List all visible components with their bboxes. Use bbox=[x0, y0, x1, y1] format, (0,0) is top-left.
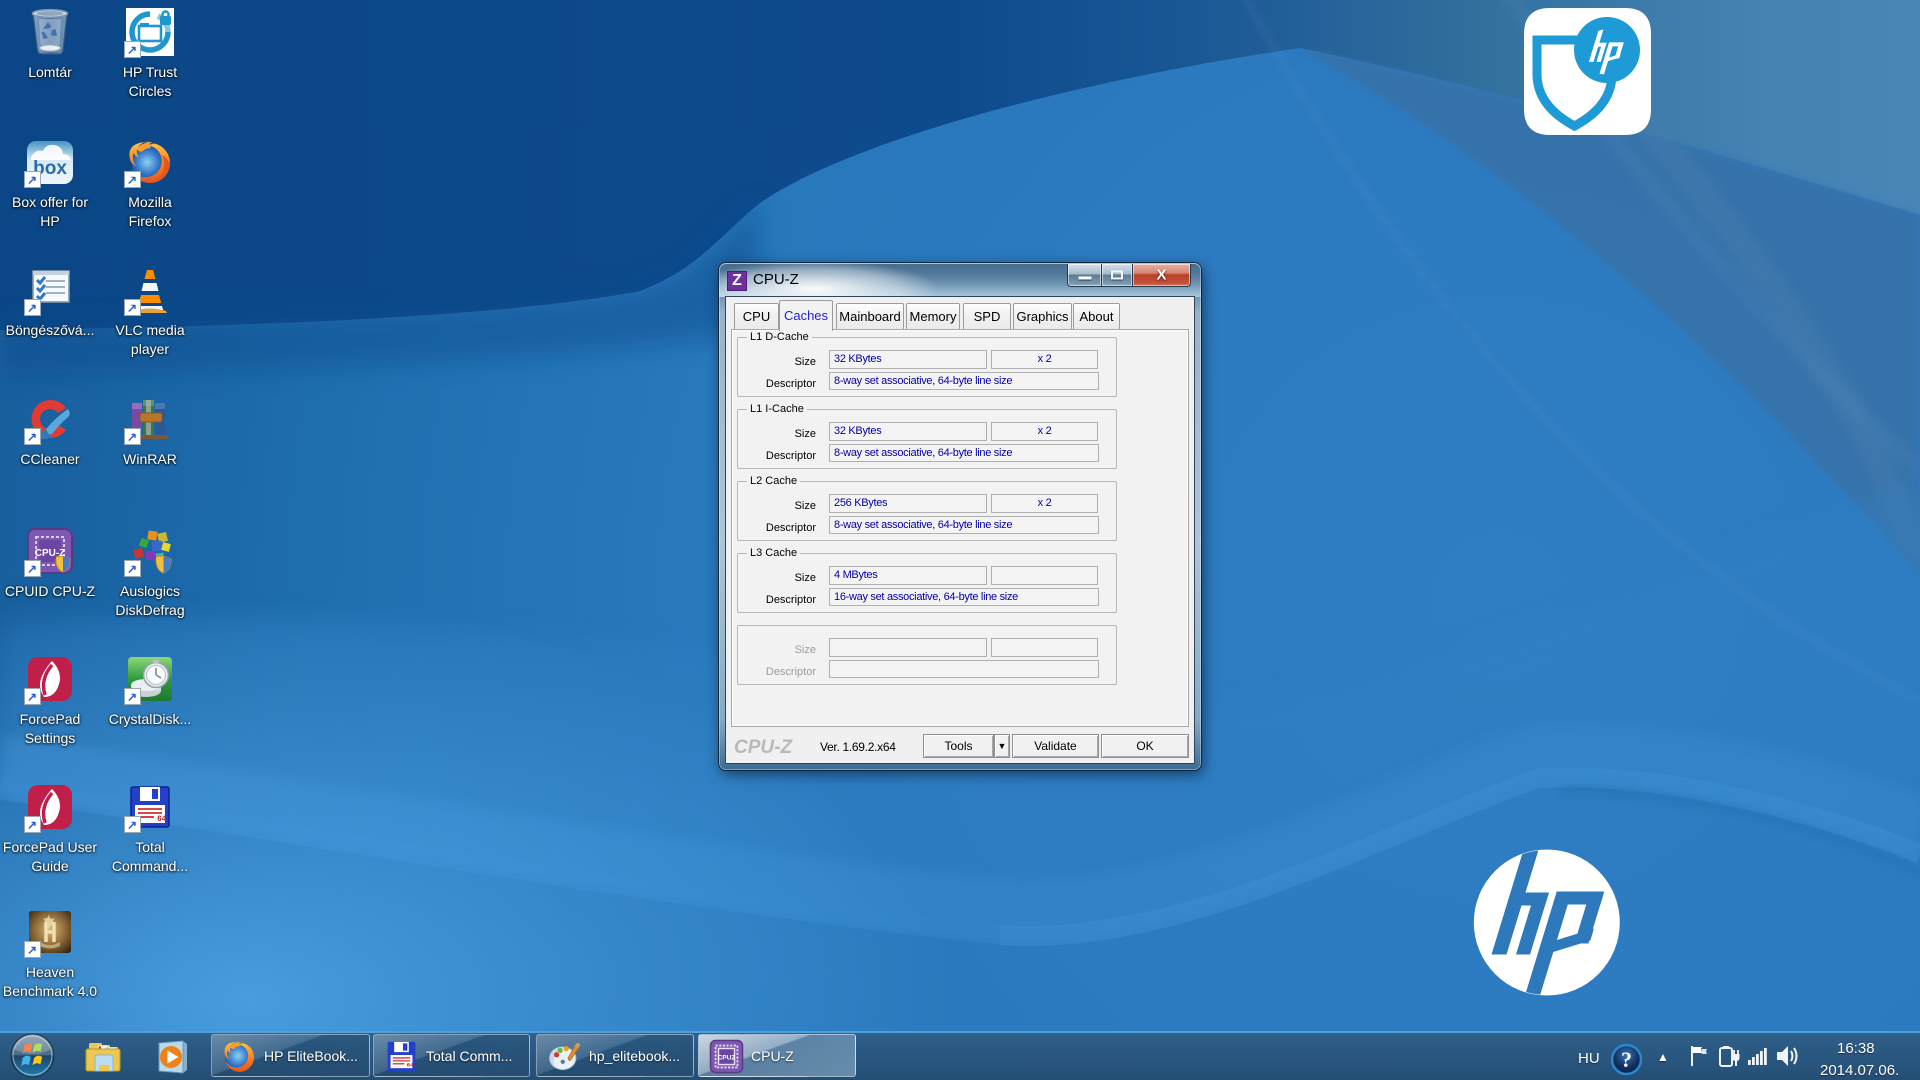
svg-text:64: 64 bbox=[407, 1062, 414, 1069]
svg-text:?: ? bbox=[1621, 1047, 1632, 1072]
svg-text:CPUZ: CPUZ bbox=[718, 1054, 736, 1061]
svg-text:64: 64 bbox=[157, 815, 167, 824]
